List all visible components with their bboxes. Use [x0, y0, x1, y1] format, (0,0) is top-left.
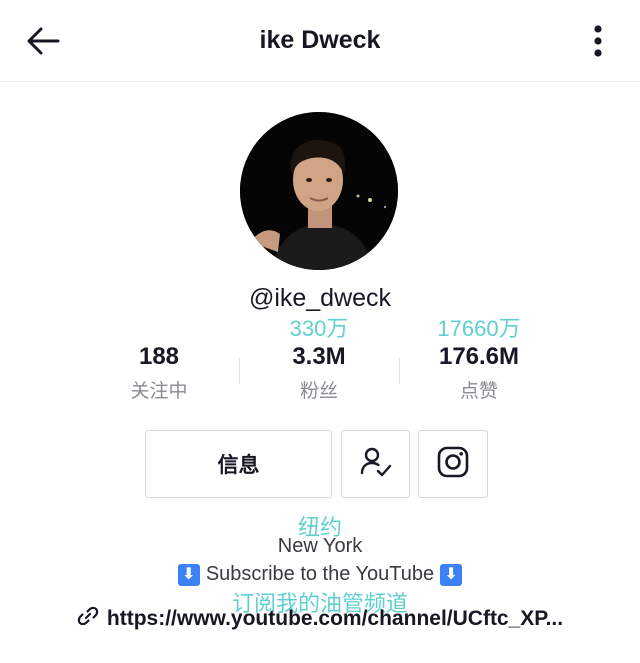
link-icon	[77, 605, 99, 633]
stat-following[interactable]: 188 关注中	[79, 316, 239, 403]
user-check-icon	[359, 445, 393, 484]
message-button[interactable]: 信息	[145, 430, 332, 498]
stat-following-translation	[79, 316, 239, 342]
stat-followers[interactable]: 330万 3.3M 粉丝	[239, 316, 399, 403]
stat-likes-label: 点赞	[459, 381, 498, 402]
instagram-icon	[436, 445, 470, 484]
stat-followers-translation: 330万	[289, 316, 349, 341]
stat-following-value: 188	[138, 343, 180, 370]
more-options-icon[interactable]	[584, 22, 612, 62]
bio-link-text: https://www.youtube.com/channel/UCftc_XP…	[106, 607, 564, 630]
bio-subscribe-text: Subscribe to the YouTube	[205, 563, 435, 585]
stat-following-label: 关注中	[130, 381, 188, 402]
stat-followers-label: 粉丝	[299, 381, 338, 402]
message-button-label: 信息	[217, 454, 260, 477]
following-status-button[interactable]	[341, 430, 410, 498]
stat-likes-value: 176.6M	[438, 343, 520, 370]
stat-likes-translation: 17660万	[437, 316, 521, 341]
bio-location: New York	[277, 535, 363, 557]
top-bar: ike Dweck	[0, 0, 640, 82]
bio-link[interactable]: https://www.youtube.com/channel/UCftc_XP…	[0, 605, 640, 633]
bio-subscribe-line: ⬇ Subscribe to the YouTube ⬇	[0, 563, 640, 586]
down-arrow-icon: ⬇	[177, 563, 200, 586]
stat-likes[interactable]: 17660万 176.6M 点赞	[399, 316, 559, 403]
down-arrow-icon: ⬇	[440, 563, 463, 586]
instagram-button[interactable]	[418, 430, 488, 498]
page-title: ike Dweck	[259, 26, 381, 54]
avatar[interactable]	[240, 112, 398, 270]
profile-handle: @ike_dweck	[248, 284, 392, 312]
stat-followers-value: 3.3M	[292, 343, 346, 370]
